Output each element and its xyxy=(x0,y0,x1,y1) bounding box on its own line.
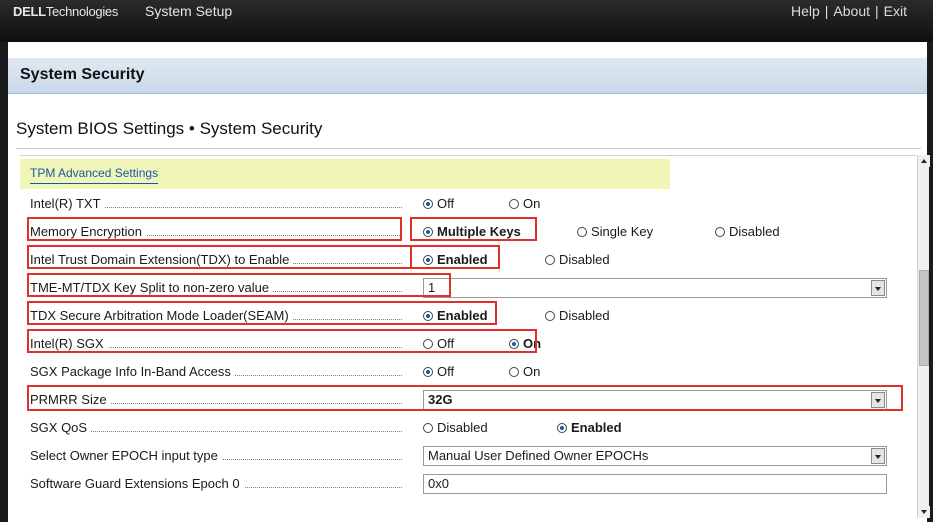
radio-unchecked-icon[interactable] xyxy=(509,199,519,209)
text-input-software-guard-extensions-epoch-0[interactable]: 0x0 xyxy=(423,474,887,494)
setting-row-memory-encryption: Memory Encryption Multiple Keys Single Key… xyxy=(20,219,916,247)
setting-row-tdx-secure-arbitration-mode-loader-seam: TDX Secure Arbitration Mode Loader(SEAM)… xyxy=(20,303,916,331)
radio-group: Off On xyxy=(423,196,587,211)
setting-label: Intel(R) SGX xyxy=(30,336,108,351)
radio-unchecked-icon[interactable] xyxy=(545,311,555,321)
setting-row-sgx-qos: SGX QoS Disabled Enabled xyxy=(20,415,916,443)
radio-unchecked-icon[interactable] xyxy=(509,367,519,377)
group-header-label[interactable]: TPM Advanced Settings xyxy=(30,166,159,184)
vertical-scrollbar[interactable] xyxy=(917,155,930,518)
setting-row-tme-mt-tdx-key-split-to-non-zero-value: TME-MT/TDX Key Split to non-zero value 1 xyxy=(20,275,916,303)
scroll-thumb[interactable] xyxy=(919,270,929,366)
scroll-down-icon[interactable] xyxy=(918,506,930,518)
setting-label: Intel Trust Domain Extension(TDX) to Ena… xyxy=(30,252,294,267)
setting-row-select-owner-epoch-input-type: Select Owner EPOCH input type Manual User… xyxy=(20,443,916,471)
setting-label: Memory Encryption xyxy=(30,224,146,239)
help-link[interactable]: Help xyxy=(791,3,820,19)
divider xyxy=(16,148,921,149)
radio-option-on[interactable]: On xyxy=(509,364,569,379)
radio-option-enabled[interactable]: Enabled xyxy=(423,308,527,323)
radio-checked-icon[interactable] xyxy=(423,199,433,209)
radio-unchecked-icon[interactable] xyxy=(423,423,433,433)
section-title: System Security xyxy=(20,66,145,83)
radio-unchecked-icon[interactable] xyxy=(715,227,725,237)
settings-panel: TPM Advanced Settings Intel(R) TXT Off On M… xyxy=(20,155,916,522)
setting-label: SGX QoS xyxy=(30,420,92,435)
page-title: System BIOS Settings • System Security xyxy=(16,119,323,138)
radio-group: Enabled Disabled xyxy=(423,308,679,323)
radio-option-disabled[interactable]: Disabled xyxy=(545,308,661,323)
setting-label: Software Guard Extensions Epoch 0 xyxy=(30,476,244,491)
setting-row-intel-r-sgx: Intel(R) SGX Off On xyxy=(20,331,916,359)
top-bar: DELLTechnologies System Setup Help | About… xyxy=(0,0,933,42)
radio-option-multiple-keys[interactable]: Multiple Keys xyxy=(423,224,559,239)
radio-option-off[interactable]: Off xyxy=(423,364,491,379)
setting-row-intel-trust-domain-extension-tdx-to-enable: Intel Trust Domain Extension(TDX) to Ena… xyxy=(20,247,916,275)
setting-label: SGX Package Info In-Band Access xyxy=(30,364,235,379)
setting-label: TME-MT/TDX Key Split to non-zero value xyxy=(30,280,274,295)
header-links: Help | About | Exit xyxy=(790,3,907,19)
dropdown-select-owner-epoch-input-type[interactable]: Manual User Defined Owner EPOCHs xyxy=(423,446,887,466)
setting-row-sgx-package-info-in-band-access: SGX Package Info In-Band Access Off On xyxy=(20,359,916,387)
scroll-up-icon[interactable] xyxy=(918,155,930,167)
radio-option-disabled[interactable]: Disabled xyxy=(715,224,831,239)
setting-row-prmrr-size: PRMRR Size 32G xyxy=(20,387,916,415)
radio-checked-icon[interactable] xyxy=(557,423,567,433)
section-bar: System Security xyxy=(8,58,927,94)
main-content: System BIOS Settings • System Security T… xyxy=(8,95,930,522)
chevron-down-icon[interactable] xyxy=(871,448,885,464)
setting-row-software-guard-extensions-epoch-0: Software Guard Extensions Epoch 0 0x0 xyxy=(20,471,916,499)
radio-option-enabled[interactable]: Enabled xyxy=(423,252,527,267)
radio-checked-icon[interactable] xyxy=(423,255,433,265)
dropdown-tme-mt-tdx-key-split-to-non-zero-value[interactable]: 1 xyxy=(423,278,887,298)
setting-label: Select Owner EPOCH input type xyxy=(30,448,222,463)
setting-row-intel-r-txt: Intel(R) TXT Off On xyxy=(20,191,916,219)
radio-checked-icon[interactable] xyxy=(423,227,433,237)
radio-group: Multiple Keys Single Key Disabled xyxy=(423,224,849,239)
radio-checked-icon[interactable] xyxy=(423,367,433,377)
radio-checked-icon[interactable] xyxy=(509,339,519,349)
radio-option-off[interactable]: Off xyxy=(423,336,491,351)
exit-link[interactable]: Exit xyxy=(884,3,907,19)
radio-option-disabled[interactable]: Disabled xyxy=(423,420,539,435)
radio-group: Off On xyxy=(423,336,587,351)
setting-label: PRMRR Size xyxy=(30,392,111,407)
chevron-down-icon[interactable] xyxy=(871,392,885,408)
about-link[interactable]: About xyxy=(833,3,870,19)
radio-unchecked-icon[interactable] xyxy=(423,339,433,349)
radio-group: Off On xyxy=(423,364,587,379)
radio-option-on[interactable]: On xyxy=(509,336,569,351)
radio-option-off[interactable]: Off xyxy=(423,196,491,211)
radio-unchecked-icon[interactable] xyxy=(577,227,587,237)
radio-group: Disabled Enabled xyxy=(423,420,679,435)
radio-option-disabled[interactable]: Disabled xyxy=(545,252,661,267)
radio-unchecked-icon[interactable] xyxy=(545,255,555,265)
radio-group: Enabled Disabled xyxy=(423,252,679,267)
radio-option-enabled[interactable]: Enabled xyxy=(557,420,661,435)
group-header: TPM Advanced Settings xyxy=(20,159,670,189)
dell-logo: DELLTechnologies xyxy=(13,4,119,19)
radio-option-single-key[interactable]: Single Key xyxy=(577,224,697,239)
setting-label: Intel(R) TXT xyxy=(30,196,105,211)
radio-checked-icon[interactable] xyxy=(423,311,433,321)
setting-label: TDX Secure Arbitration Mode Loader(SEAM) xyxy=(30,308,293,323)
dropdown-prmrr-size[interactable]: 32G xyxy=(423,390,887,410)
chevron-down-icon[interactable] xyxy=(871,280,885,296)
radio-option-on[interactable]: On xyxy=(509,196,569,211)
app-title: System Setup xyxy=(145,3,233,19)
